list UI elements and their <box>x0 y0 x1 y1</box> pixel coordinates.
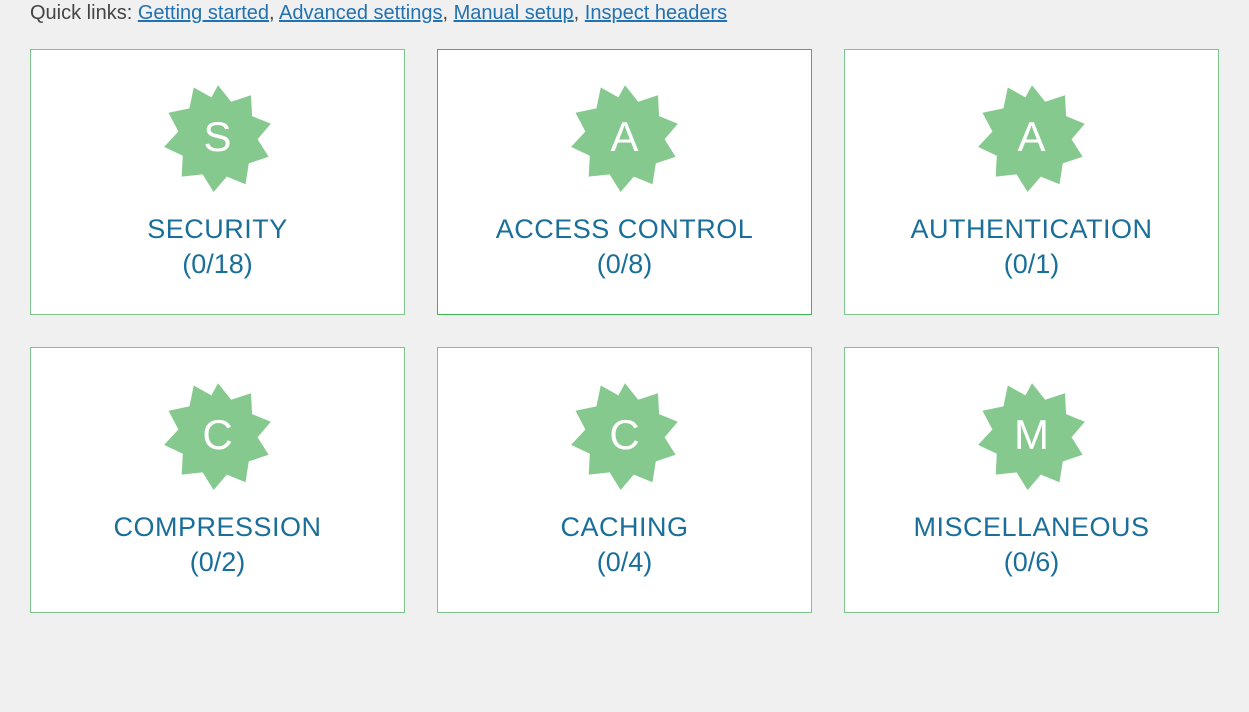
category-title: MISCELLANEOUS <box>913 512 1149 543</box>
badge-letter: C <box>609 411 639 459</box>
category-count: (0/18) <box>182 249 253 280</box>
badge-letter: M <box>1014 411 1049 459</box>
category-card-compression[interactable]: C COMPRESSION (0/2) <box>30 347 405 613</box>
starburst-badge-icon: M <box>977 380 1087 490</box>
badge-letter: S <box>203 113 231 161</box>
category-title: AUTHENTICATION <box>911 214 1153 245</box>
starburst-badge-icon: A <box>570 82 680 192</box>
category-count: (0/8) <box>597 249 653 280</box>
quick-links-prefix: Quick links: <box>30 2 132 24</box>
badge-letter: A <box>1017 113 1045 161</box>
quick-links-bar: Quick links: Getting started, Advanced s… <box>0 0 1249 25</box>
category-count: (0/4) <box>597 547 653 578</box>
category-card-security[interactable]: S SECURITY (0/18) <box>30 49 405 315</box>
category-count: (0/2) <box>190 547 246 578</box>
category-title: CACHING <box>560 512 688 543</box>
category-card-caching[interactable]: C CACHING (0/4) <box>437 347 812 613</box>
category-title: COMPRESSION <box>113 512 321 543</box>
category-title: ACCESS CONTROL <box>496 214 754 245</box>
quick-link-manual-setup[interactable]: Manual setup <box>454 2 574 24</box>
category-count: (0/6) <box>1004 547 1060 578</box>
quick-link-getting-started[interactable]: Getting started <box>138 2 269 24</box>
category-title: SECURITY <box>147 214 288 245</box>
category-card-miscellaneous[interactable]: M MISCELLANEOUS (0/6) <box>844 347 1219 613</box>
badge-letter: A <box>610 113 638 161</box>
category-count: (0/1) <box>1004 249 1060 280</box>
starburst-badge-icon: C <box>570 380 680 490</box>
starburst-badge-icon: S <box>163 82 273 192</box>
quick-link-advanced-settings[interactable]: Advanced settings <box>279 2 442 24</box>
category-card-access-control[interactable]: A ACCESS CONTROL (0/8) <box>437 49 812 315</box>
quick-link-inspect-headers[interactable]: Inspect headers <box>585 2 727 24</box>
category-card-authentication[interactable]: A AUTHENTICATION (0/1) <box>844 49 1219 315</box>
starburst-badge-icon: C <box>163 380 273 490</box>
category-cards-grid: S SECURITY (0/18) A ACCESS CONTROL (0/8)… <box>0 25 1249 637</box>
starburst-badge-icon: A <box>977 82 1087 192</box>
badge-letter: C <box>202 411 232 459</box>
